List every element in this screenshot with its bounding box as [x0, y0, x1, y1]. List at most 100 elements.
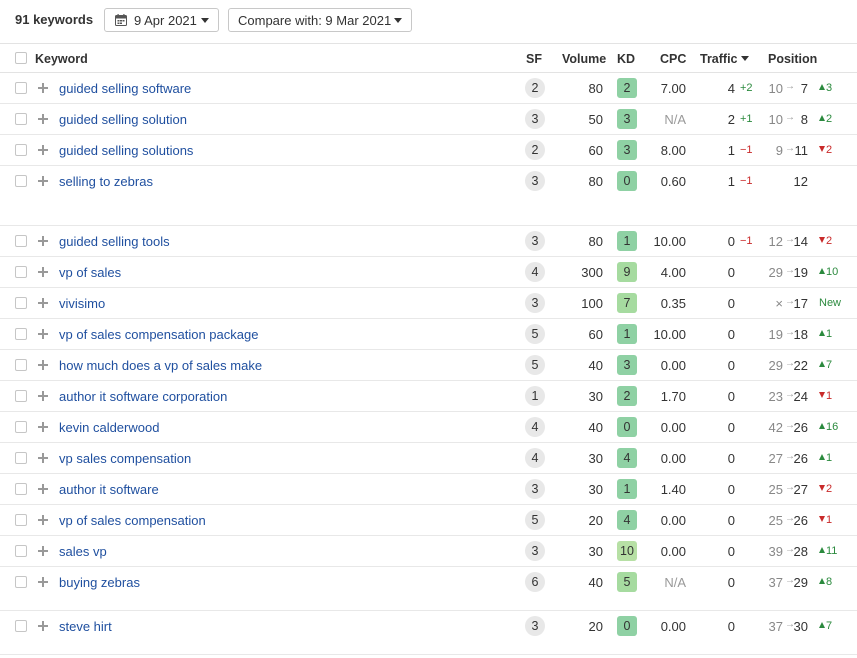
date-dropdown[interactable]: 9 Apr 2021	[104, 8, 219, 32]
keyword-link[interactable]: selling to zebras	[59, 174, 153, 189]
keyword-link[interactable]: vp of sales compensation	[59, 513, 206, 528]
row-checkbox[interactable]	[15, 452, 27, 464]
row-checkbox[interactable]	[15, 620, 27, 632]
row-checkbox[interactable]	[15, 144, 27, 156]
row-checkbox[interactable]	[15, 235, 27, 247]
select-all-checkbox[interactable]	[15, 52, 27, 64]
col-kd[interactable]: KD	[617, 52, 635, 66]
row-checkbox[interactable]	[15, 82, 27, 94]
sf-badge[interactable]: 6	[525, 572, 545, 592]
row-checkbox[interactable]	[15, 328, 27, 340]
position-old: 29	[768, 265, 783, 280]
plus-icon[interactable]	[38, 83, 48, 93]
row-checkbox[interactable]	[15, 359, 27, 371]
plus-icon[interactable]	[38, 391, 48, 401]
row-checkbox[interactable]	[15, 113, 27, 125]
position-old: 39	[768, 544, 783, 559]
keyword-link[interactable]: guided selling software	[59, 81, 191, 96]
plus-icon[interactable]	[38, 329, 48, 339]
traffic-change: +1	[740, 113, 753, 125]
sf-badge[interactable]: 5	[525, 510, 545, 530]
plus-icon[interactable]	[38, 546, 48, 556]
row-checkbox[interactable]	[15, 545, 27, 557]
keyword-link[interactable]: kevin calderwood	[59, 420, 159, 435]
keyword-link[interactable]: vp of sales	[59, 265, 121, 280]
keyword-link[interactable]: author it software	[59, 482, 159, 497]
plus-icon[interactable]	[38, 484, 48, 494]
keyword-link[interactable]: buying zebras	[59, 575, 140, 590]
row-checkbox[interactable]	[15, 175, 27, 187]
row-checkbox[interactable]	[15, 514, 27, 526]
row-checkbox[interactable]	[15, 576, 27, 588]
position-change-value: 8	[826, 576, 833, 588]
keyword-link[interactable]: guided selling tools	[59, 234, 170, 249]
keyword-link[interactable]: how much does a vp of sales make	[59, 358, 262, 373]
kd-badge: 5	[617, 572, 637, 592]
sf-badge[interactable]: 3	[525, 616, 545, 636]
cpc-value: 0.00	[660, 420, 686, 435]
sf-badge[interactable]: 5	[525, 355, 545, 375]
plus-icon[interactable]	[38, 453, 48, 463]
sf-badge[interactable]: 1	[525, 386, 545, 406]
col-volume[interactable]: Volume	[562, 52, 606, 66]
compare-dropdown[interactable]: Compare with: 9 Mar 2021	[228, 8, 412, 32]
col-cpc[interactable]: CPC	[660, 52, 686, 66]
position-old: 37	[768, 619, 783, 634]
table-row: vp of sales compensation package 5 60 1 10.0…	[0, 319, 857, 350]
plus-icon[interactable]	[38, 236, 48, 246]
plus-icon[interactable]	[38, 298, 48, 308]
row-checkbox[interactable]	[15, 266, 27, 278]
plus-icon[interactable]	[38, 577, 48, 587]
row-checkbox[interactable]	[15, 297, 27, 309]
col-position[interactable]: Position	[768, 52, 817, 66]
traffic-value: 0	[727, 420, 735, 435]
arrow-up-icon	[819, 330, 825, 336]
traffic-value: 0	[727, 389, 735, 404]
keyword-link[interactable]: sales vp	[59, 544, 107, 559]
col-sf[interactable]: SF	[526, 52, 542, 66]
keyword-link[interactable]: author it software corporation	[59, 389, 227, 404]
col-traffic[interactable]: Traffic	[700, 52, 749, 66]
sf-badge[interactable]: 3	[525, 109, 545, 129]
keyword-link[interactable]: vivisimo	[59, 296, 105, 311]
sf-badge[interactable]: 3	[525, 293, 545, 313]
sf-badge[interactable]: 3	[525, 541, 545, 561]
sf-badge[interactable]: 4	[525, 262, 545, 282]
row-checkbox[interactable]	[15, 483, 27, 495]
sf-badge[interactable]: 3	[525, 231, 545, 251]
position-new: 28	[793, 544, 808, 559]
plus-icon[interactable]	[38, 422, 48, 432]
keyword-link[interactable]: steve hirt	[59, 619, 112, 634]
col-keyword[interactable]: Keyword	[35, 52, 88, 66]
plus-icon[interactable]	[38, 145, 48, 155]
sf-badge[interactable]: 2	[525, 140, 545, 160]
row-checkbox[interactable]	[15, 421, 27, 433]
traffic-value: 4	[727, 81, 735, 96]
sf-badge[interactable]: 3	[525, 479, 545, 499]
keyword-link[interactable]: guided selling solution	[59, 112, 187, 127]
traffic-value: 0	[727, 265, 735, 280]
col-traffic-label: Traffic	[700, 52, 738, 66]
sf-badge[interactable]: 3	[525, 171, 545, 191]
row-checkbox[interactable]	[15, 390, 27, 402]
sf-badge[interactable]: 4	[525, 417, 545, 437]
plus-icon[interactable]	[38, 267, 48, 277]
traffic-value: 0	[727, 619, 735, 634]
plus-icon[interactable]	[38, 176, 48, 186]
position-old: 25	[768, 513, 783, 528]
keyword-link[interactable]: guided selling solutions	[59, 143, 193, 158]
plus-icon[interactable]	[38, 360, 48, 370]
sf-badge[interactable]: 2	[525, 78, 545, 98]
plus-icon[interactable]	[38, 621, 48, 631]
sf-badge[interactable]: 5	[525, 324, 545, 344]
sf-badge[interactable]: 4	[525, 448, 545, 468]
plus-icon[interactable]	[38, 515, 48, 525]
cpc-value: 7.00	[660, 81, 686, 96]
volume-value: 30	[588, 389, 603, 404]
keyword-link[interactable]: vp sales compensation	[59, 451, 191, 466]
plus-icon[interactable]	[38, 114, 48, 124]
position-change: 7	[819, 359, 832, 371]
arrow-up-icon	[819, 454, 825, 460]
table-row: steve hirt 3 20 0 0.00 0 37 → 30 7	[0, 611, 857, 655]
keyword-link[interactable]: vp of sales compensation package	[59, 327, 258, 342]
